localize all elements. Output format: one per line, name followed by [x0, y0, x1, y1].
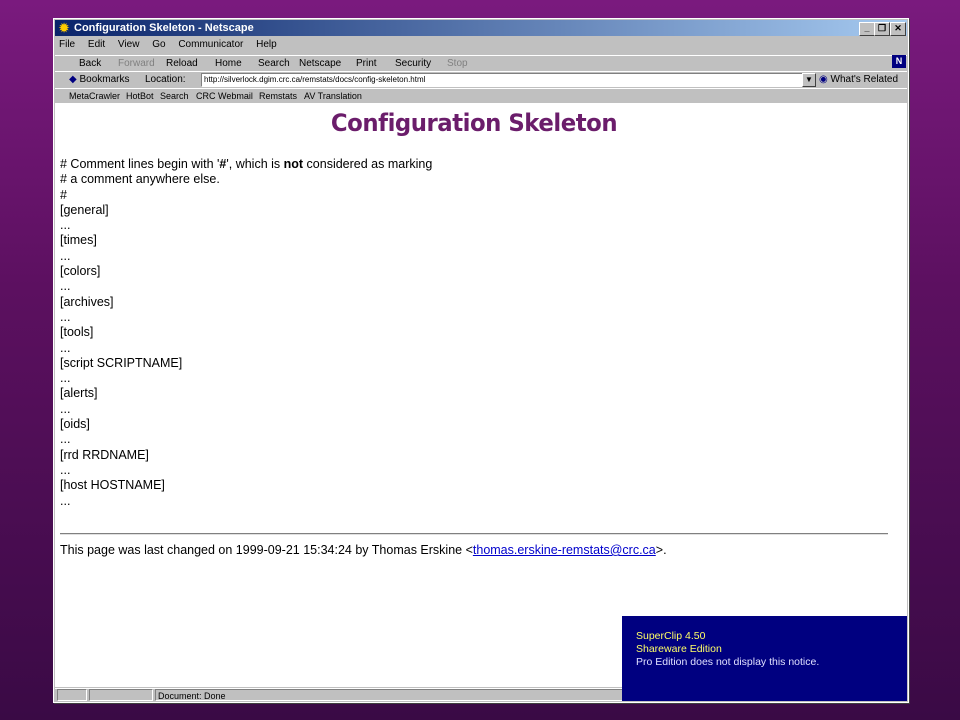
netscape-logo-icon[interactable]: N: [892, 55, 906, 68]
personal-link-search[interactable]: Search: [160, 89, 189, 103]
whats-related-label: What's Related: [830, 74, 899, 85]
personal-link-hotbot[interactable]: HotBot: [126, 89, 154, 103]
netscape-button[interactable]: Netscape: [299, 56, 341, 71]
menu-edit[interactable]: Edit: [88, 39, 105, 50]
notice-edition: Shareware Edition: [636, 643, 722, 655]
menu-file[interactable]: File: [59, 39, 75, 50]
menu-communicator[interactable]: Communicator: [178, 39, 243, 50]
online-status-icon[interactable]: [89, 689, 153, 701]
config-line: ...: [60, 309, 71, 324]
print-button[interactable]: Print: [356, 56, 377, 71]
config-line: [oids]: [60, 417, 90, 432]
url-dropdown-icon[interactable]: ▼: [802, 73, 816, 87]
bookmarks-label: Bookmarks: [79, 74, 130, 85]
footer-suffix: >.: [655, 543, 667, 557]
footer-text: This page was last changed on 1999-09-21…: [60, 543, 473, 557]
comment-emphasis: not: [283, 157, 304, 171]
search-button[interactable]: Search: [258, 56, 290, 71]
superclip-notice: SuperClip 4.50 Shareware Edition Pro Edi…: [622, 616, 907, 701]
comment-line-1: # Comment lines begin with '#', which is…: [60, 157, 432, 172]
browser-window: ✹ Configuration Skeleton - Netscape _ ❐ …: [53, 18, 909, 703]
whats-related-button[interactable]: ◉ What's Related: [819, 72, 898, 88]
menu-help[interactable]: Help: [256, 39, 277, 50]
last-changed-footer: This page was last changed on 1999-09-21…: [60, 543, 667, 557]
personal-link-av-translation[interactable]: AV Translation: [304, 89, 362, 103]
config-line: ...: [60, 340, 71, 355]
config-line: ...: [60, 371, 71, 386]
home-button[interactable]: Home: [215, 56, 242, 71]
config-listing: # Comment lines begin with ' # ', which is…: [60, 157, 432, 509]
config-line: ...: [60, 462, 71, 477]
personal-link-metacrawler[interactable]: MetaCrawler: [69, 89, 120, 103]
config-line: [general]: [60, 202, 109, 217]
location-toolbar: ◆ Bookmarks Location: http://silverlock.…: [55, 71, 907, 88]
forward-button[interactable]: Forward: [118, 56, 155, 71]
close-button[interactable]: ✕: [890, 22, 906, 36]
divider: [60, 533, 888, 535]
comment-line-2: # a comment anywhere else.: [60, 172, 220, 187]
window-title: Configuration Skeleton - Netscape: [74, 22, 254, 34]
location-label: Location:: [145, 74, 186, 85]
page-title: Configuration Skeleton: [330, 109, 618, 137]
config-line: ...: [60, 493, 71, 508]
config-line: ...: [60, 218, 71, 233]
related-icon: ◉: [819, 74, 828, 85]
netscape-icon[interactable]: ✹: [57, 21, 71, 35]
bookmark-icon: ◆: [69, 74, 77, 85]
title-bar[interactable]: ✹ Configuration Skeleton - Netscape _ ❐ …: [55, 20, 907, 36]
config-line: [rrd RRDNAME]: [60, 447, 149, 462]
notice-product: SuperClip 4.50: [636, 630, 706, 642]
restore-button[interactable]: ❐: [874, 22, 890, 36]
status-text: Document: Done: [155, 689, 629, 701]
config-line: ...: [60, 401, 71, 416]
bookmarks-button[interactable]: ◆ Bookmarks: [69, 72, 130, 88]
author-email-link[interactable]: thomas.erskine-remstats@crc.ca: [473, 543, 656, 557]
config-line: [colors]: [60, 264, 101, 279]
security-button[interactable]: Security: [395, 56, 431, 71]
navigation-toolbar: Back Forward Reload Home Search Netscape…: [55, 55, 907, 71]
config-line: ...: [60, 432, 71, 447]
url-field[interactable]: http://silverlock.dgim.crc.ca/remstats/d…: [201, 73, 803, 87]
personal-toolbar: MetaCrawler HotBot Search CRC Webmail Re…: [55, 88, 907, 104]
reload-button[interactable]: Reload: [166, 56, 198, 71]
menu-go[interactable]: Go: [152, 39, 165, 50]
personal-link-remstats[interactable]: Remstats: [259, 89, 297, 103]
comment-text: considered as marking: [303, 157, 433, 171]
config-line: [script SCRIPTNAME]: [60, 355, 183, 370]
config-line: [host HOSTNAME]: [60, 478, 165, 493]
config-line: ...: [60, 248, 71, 263]
menu-bar: File Edit View Go Communicator Help: [55, 37, 907, 53]
personal-link-crc-webmail[interactable]: CRC Webmail: [196, 89, 253, 103]
minimize-button[interactable]: _: [859, 22, 875, 36]
config-line: [times]: [60, 233, 97, 248]
notice-message: Pro Edition does not display this notice…: [636, 656, 820, 668]
config-line: ...: [60, 279, 71, 294]
comment-text: ', which is: [226, 157, 284, 171]
page-content: Configuration Skeleton # Comment lines b…: [55, 103, 907, 687]
config-line: [archives]: [60, 294, 114, 309]
config-line: #: [60, 187, 67, 202]
stop-button[interactable]: Stop: [447, 56, 468, 71]
security-lock-icon[interactable]: [57, 689, 87, 701]
back-button[interactable]: Back: [79, 56, 101, 71]
config-line: [alerts]: [60, 386, 98, 401]
comment-text: # Comment lines begin with ': [60, 157, 220, 171]
menu-view[interactable]: View: [118, 39, 140, 50]
config-line: [tools]: [60, 325, 94, 340]
